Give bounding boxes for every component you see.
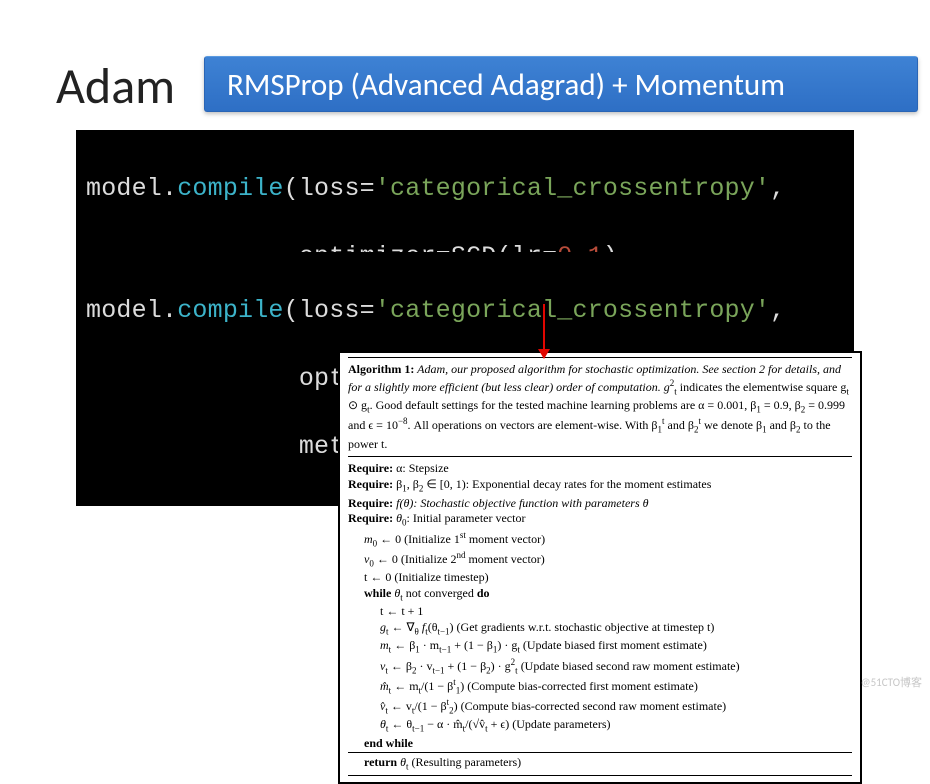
algo-text: . All operations on vectors are element-…: [408, 418, 658, 432]
algo-line: · m: [420, 638, 439, 652]
algo-line: ) (Get gradients w.r.t. stochastic objec…: [450, 620, 715, 634]
algorithm-header: Algorithm 1: Adam, our proposed algorith…: [348, 357, 852, 457]
algo-line: m: [364, 532, 373, 546]
algo-line: (Update biased first moment estimate): [520, 638, 707, 652]
algo-line: β: [393, 477, 402, 491]
algo-line: moment vector): [465, 552, 544, 566]
code-pad: [86, 364, 299, 393]
algorithm-body: Require: α: Stepsize Require: β1, β2 ∈ […: [348, 457, 852, 751]
code-token: (loss=: [284, 174, 375, 203]
algo-sup: −8: [398, 416, 408, 426]
algo-line: ← β: [388, 659, 412, 673]
algo-line: θ: [391, 586, 400, 600]
slide-title: Adam: [56, 56, 175, 117]
code-token: .: [162, 174, 177, 203]
algo-text: and β: [665, 418, 694, 432]
algo-sub: t: [846, 386, 849, 396]
algo-line: /(1 − β: [414, 699, 446, 713]
algo-line: · v: [416, 659, 432, 673]
code-token: 'categorical_crossentropy': [375, 174, 770, 203]
code-token: ,: [770, 174, 785, 203]
algo-line: ← m: [391, 679, 418, 693]
code-token: ,: [770, 296, 785, 325]
algo-line: : Initial parameter vector: [407, 511, 526, 525]
algo-text: . Good default settings for the tested m…: [370, 398, 757, 412]
algo-line: ← β: [391, 638, 415, 652]
algo-line: , β: [407, 477, 419, 491]
algo-sub: t−1: [439, 645, 451, 655]
algo-text: ⊙ g: [348, 398, 367, 412]
algo-text: indicates the elementwise square g: [677, 380, 847, 394]
endwhile-kw: end while: [364, 736, 413, 750]
subtitle-badge: RMSProp (Advanced Adagrad) + Momentum: [204, 56, 918, 112]
algo-line: + (1 − β: [445, 659, 487, 673]
do-kw: do: [477, 586, 490, 600]
algo-line: θ: [397, 755, 406, 769]
algo-line: m: [380, 638, 389, 652]
code-token: 'categorical_crossentropy': [375, 296, 770, 325]
code-pad: [86, 432, 299, 461]
algo-text: and β: [767, 418, 796, 432]
algo-line: θ: [393, 511, 402, 525]
algo-line: /(√v̂: [465, 717, 485, 731]
algo-sub: t−1: [437, 626, 449, 636]
return-kw: return: [364, 755, 397, 769]
algo-line: t ← 0 (Initialize timestep): [348, 570, 852, 586]
algo-line: /(1 − β: [421, 679, 453, 693]
algorithm-footer: return θt (Resulting parameters): [348, 752, 852, 776]
algo-line: ← 0 (Initialize 2: [374, 552, 457, 566]
code-token: compile: [177, 296, 283, 325]
algo-line: ∈ [0, 1): Exponential decay rates for th…: [423, 477, 711, 491]
code-token: model: [86, 296, 162, 325]
algo-sub: t−1: [412, 724, 424, 734]
badge-text: RMSProp (Advanced Adagrad) + Momentum: [227, 66, 785, 104]
algo-line: (Update biased second raw moment estimat…: [518, 659, 740, 673]
algo-line: ← 0 (Initialize 1: [377, 532, 460, 546]
algo-line: ← θ: [388, 717, 412, 731]
code-token: compile: [177, 174, 283, 203]
algo-line: ) (Compute bias-corrected second raw mom…: [454, 699, 727, 713]
algo-title: Algorithm 1:: [348, 362, 414, 376]
algo-line: α: Stepsize: [393, 461, 449, 475]
algo-sub: t−1: [432, 665, 444, 675]
req-kw: Require:: [348, 477, 393, 491]
code-token: (loss=: [284, 296, 375, 325]
title-text: Adam: [56, 56, 175, 117]
algo-line: ← ∇: [389, 620, 415, 634]
code-token: .: [162, 296, 177, 325]
algo-line: not converged: [403, 586, 477, 600]
algo-line: m̂: [380, 679, 389, 693]
algo-line: ) (Compute bias-corrected first moment e…: [460, 679, 698, 693]
algo-line: (Resulting parameters): [409, 755, 522, 769]
algo-line: t ← t + 1: [348, 604, 852, 620]
while-kw: while: [364, 586, 391, 600]
algo-line: moment vector): [466, 532, 545, 546]
algo-text: we denote β: [701, 418, 762, 432]
algorithm-box: Algorithm 1: Adam, our proposed algorith…: [338, 351, 862, 784]
algo-line: ) · g: [491, 659, 511, 673]
algo-line: − α · m̂: [424, 717, 462, 731]
algo-line: + (1 − β: [451, 638, 493, 652]
callout-arrow: [543, 304, 545, 358]
req-kw: Require:: [348, 511, 393, 525]
req-kw: Require:: [348, 496, 393, 510]
code-token: model: [86, 174, 162, 203]
req-kw: Require:: [348, 461, 393, 475]
algo-line: + ϵ) (Update parameters): [488, 717, 611, 731]
algo-line: f(θ): Stochastic objective function with…: [393, 496, 648, 510]
algo-line: ← v: [388, 699, 412, 713]
algo-line: ) · g: [497, 638, 517, 652]
algo-text: = 0.9, β: [761, 398, 801, 412]
algo-line: (θ: [428, 620, 438, 634]
watermark: @51CTO博客: [861, 674, 922, 690]
